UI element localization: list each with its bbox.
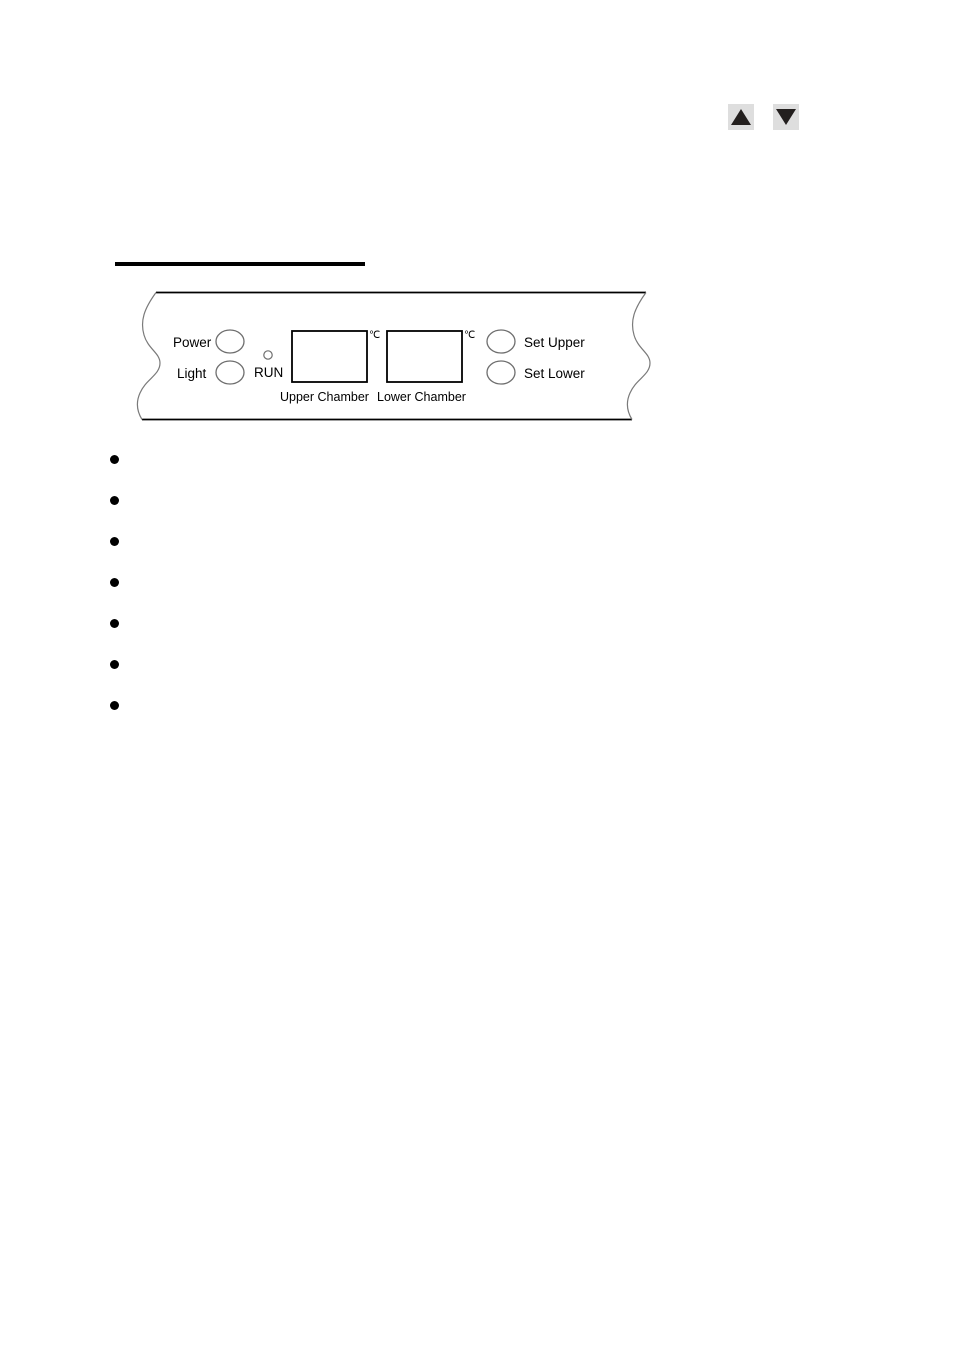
light-button[interactable] — [215, 360, 245, 385]
bullet-icon — [110, 455, 119, 464]
list-item — [110, 489, 870, 530]
panel-right-torn-edge — [626, 292, 651, 420]
set-upper-label: Set Upper — [524, 335, 585, 350]
list-item — [110, 448, 870, 489]
bullet-icon — [110, 578, 119, 587]
lower-chamber-unit: ℃ — [464, 330, 475, 341]
triangle-down-icon — [776, 109, 796, 125]
bullet-icon — [110, 496, 119, 505]
power-label: Power — [173, 335, 212, 350]
triangle-up-icon — [731, 109, 751, 125]
light-label: Light — [177, 366, 207, 381]
bullet-icon — [110, 619, 119, 628]
run-led-icon — [263, 350, 273, 360]
heading-rule — [115, 262, 365, 266]
panel-left-torn-edge — [136, 292, 161, 420]
bullet-icon — [110, 701, 119, 710]
list-item — [110, 571, 870, 612]
set-upper-button[interactable] — [486, 329, 516, 354]
bullet-icon — [110, 537, 119, 546]
lower-chamber-label: Lower Chamber — [377, 390, 466, 404]
set-lower-button[interactable] — [486, 360, 516, 385]
lower-chamber-display — [386, 330, 463, 383]
list-item — [110, 694, 870, 735]
run-label: RUN — [254, 365, 283, 380]
upper-chamber-unit: ℃ — [369, 330, 380, 341]
spinner-button-group — [728, 104, 799, 130]
set-lower-label: Set Lower — [524, 366, 585, 381]
list-item — [110, 653, 870, 694]
upper-chamber-display — [291, 330, 368, 383]
control-panel-figure: Power Light RUN ℃ Upper Chamber ℃ Lower … — [120, 283, 665, 433]
bullet-list — [110, 448, 870, 735]
list-item — [110, 612, 870, 653]
bullet-icon — [110, 660, 119, 669]
power-button[interactable] — [215, 329, 245, 354]
decrease-button[interactable] — [773, 104, 799, 130]
increase-button[interactable] — [728, 104, 754, 130]
list-item — [110, 530, 870, 571]
upper-chamber-label: Upper Chamber — [280, 390, 369, 404]
